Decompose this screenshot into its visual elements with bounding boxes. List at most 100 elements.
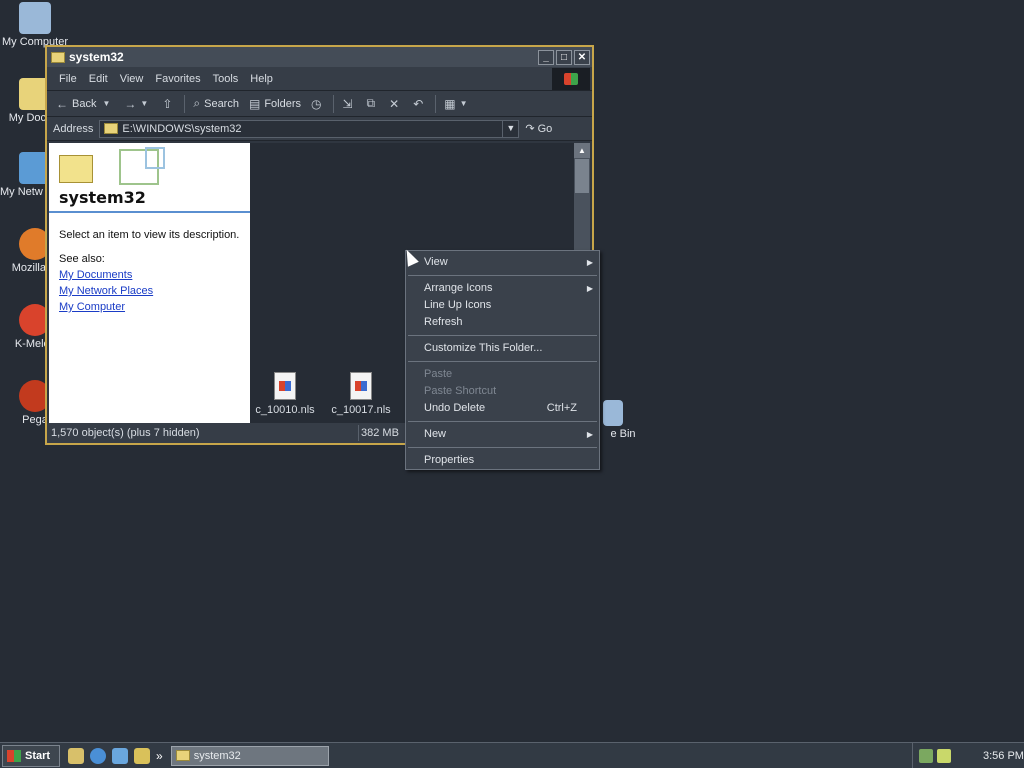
chevron-down-icon: ▼: [102, 99, 111, 108]
menu-item-label: Line Up Icons: [424, 299, 492, 311]
file-name: c_10017.nls: [331, 404, 391, 416]
copy-to-icon: ⧉: [366, 96, 376, 110]
undo-button[interactable]: ↶: [408, 93, 432, 115]
menu-item-label: Customize This Folder...: [424, 342, 543, 354]
link-my-documents[interactable]: My Documents: [59, 269, 240, 281]
task-pane: system32 Select an item to view its desc…: [49, 143, 250, 423]
toolbar: ← Back ▼ → ▼ ⇧ ⌕ Search ▤ Folders ◷ ⇲ ⧉ …: [47, 91, 592, 117]
menu-item-new[interactable]: New ▶: [406, 426, 599, 443]
back-button[interactable]: ← Back ▼: [51, 93, 119, 115]
menu-item-customize-folder[interactable]: Customize This Folder...: [406, 340, 599, 357]
show-desktop-icon[interactable]: [68, 747, 84, 764]
menu-separator: [408, 421, 597, 422]
task-pane-banner: system32: [49, 143, 250, 213]
folder-icon: [104, 123, 119, 134]
address-value: E:\WINDOWS\system32: [122, 122, 242, 135]
move-to-button[interactable]: ⇲: [337, 93, 361, 115]
menu-item-line-up-icons[interactable]: Line Up Icons: [406, 297, 599, 314]
undo-icon: ↶: [413, 96, 424, 111]
tray-app-icon[interactable]: [937, 748, 951, 763]
history-button[interactable]: ◷: [306, 93, 330, 115]
file-item[interactable]: c_10017.nls: [326, 372, 396, 416]
menu-item-arrange-icons[interactable]: Arrange Icons ▶: [406, 280, 599, 297]
address-input[interactable]: E:\WINDOWS\system32 ▼: [99, 119, 520, 138]
taskbar: Start » system32 3:56 PM: [0, 742, 1024, 768]
go-button[interactable]: ↷ Go: [525, 122, 552, 136]
forward-arrow-icon: →: [124, 96, 137, 111]
menu-item-undo-delete[interactable]: Undo Delete Ctrl+Z: [406, 400, 599, 417]
search-button[interactable]: ⌕ Search: [188, 93, 244, 115]
taskbar-button-system32[interactable]: system32: [170, 745, 329, 766]
menu-tools[interactable]: Tools: [207, 73, 245, 85]
up-folder-button[interactable]: ⇧: [157, 93, 181, 115]
chevron-down-icon[interactable]: ▼: [502, 120, 518, 137]
desktop-icon-my-computer[interactable]: My Computer: [0, 2, 70, 49]
scrollbar-thumb[interactable]: [575, 159, 589, 193]
search-icon: ⌕: [193, 96, 201, 110]
menu-help[interactable]: Help: [244, 73, 279, 85]
folder-icon: [175, 750, 190, 761]
file-item[interactable]: c_10010.nls: [250, 372, 320, 416]
menu-separator: [408, 361, 597, 362]
recycle-bin-icon: [603, 400, 623, 426]
explorer-icon[interactable]: [134, 747, 150, 764]
task-pane-title: system32: [59, 188, 146, 207]
back-arrow-icon: ←: [56, 96, 68, 111]
outlook-express-icon[interactable]: [112, 747, 128, 764]
scroll-up-icon[interactable]: ▲: [574, 143, 590, 158]
views-button[interactable]: ▦ ▼: [439, 93, 476, 115]
start-button[interactable]: Start: [2, 744, 60, 767]
close-button[interactable]: ✕: [574, 49, 590, 65]
folder-icon: [51, 51, 65, 63]
nls-file-icon: [350, 372, 372, 400]
folders-icon: ▤: [248, 96, 261, 111]
title-bar[interactable]: system32 _ □ ✕: [47, 47, 592, 67]
menu-favorites[interactable]: Favorites: [149, 73, 206, 85]
menu-item-refresh[interactable]: Refresh: [406, 314, 599, 331]
menu-item-label: View: [424, 256, 448, 268]
menu-edit[interactable]: Edit: [83, 73, 114, 85]
clock[interactable]: 3:56 PM: [983, 750, 1024, 762]
submenu-arrow-icon: ▶: [586, 284, 593, 293]
nls-file-icon: [274, 372, 296, 400]
forward-button[interactable]: → ▼: [119, 93, 157, 115]
address-label: Address: [53, 122, 94, 135]
start-label: Start: [25, 749, 51, 762]
toolbar-separator: [435, 94, 437, 113]
menu-item-paste: Paste: [406, 366, 599, 383]
submenu-arrow-icon: ▶: [586, 258, 593, 267]
submenu-arrow-icon: ▶: [586, 430, 593, 439]
menu-item-label: Paste Shortcut: [424, 385, 497, 397]
back-label: Back: [72, 97, 97, 110]
file-name: c_10010.nls: [255, 404, 315, 416]
link-my-network-places[interactable]: My Network Places: [59, 285, 240, 297]
internet-explorer-icon[interactable]: [90, 747, 106, 764]
menu-item-shortcut: Ctrl+Z: [546, 402, 577, 414]
network-tray-icon[interactable]: [919, 748, 933, 763]
menu-item-properties[interactable]: Properties: [406, 452, 599, 469]
task-label: system32: [193, 749, 241, 762]
chevron-down-icon: ▼: [459, 99, 468, 108]
folder-icon: [59, 155, 93, 183]
menu-item-label: Arrange Icons: [424, 282, 493, 294]
folders-label: Folders: [264, 97, 301, 110]
menu-item-view[interactable]: View ▶: [406, 254, 599, 271]
copy-to-button[interactable]: ⧉: [362, 93, 385, 115]
maximize-button[interactable]: □: [556, 49, 572, 65]
delete-button[interactable]: ✕: [384, 93, 408, 115]
system-tray: 3:56 PM: [912, 743, 1024, 768]
minimize-button[interactable]: _: [538, 49, 554, 65]
menu-view[interactable]: View: [114, 73, 150, 85]
menu-item-label: Refresh: [424, 316, 463, 328]
toolbar-separator: [333, 94, 335, 113]
link-my-computer[interactable]: My Computer: [59, 301, 240, 313]
views-icon: ▦: [444, 96, 456, 111]
folders-button[interactable]: ▤ Folders: [244, 93, 306, 115]
quick-launch-more-icon[interactable]: »: [156, 749, 163, 763]
quick-launch: »: [68, 747, 171, 764]
menu-item-label: New: [424, 428, 447, 440]
folder-size: 382 MB: [361, 427, 399, 439]
object-count: 1,570 object(s) (plus 7 hidden): [47, 425, 359, 441]
menu-file[interactable]: File: [53, 73, 83, 85]
menu-item-label: Paste: [424, 368, 453, 380]
